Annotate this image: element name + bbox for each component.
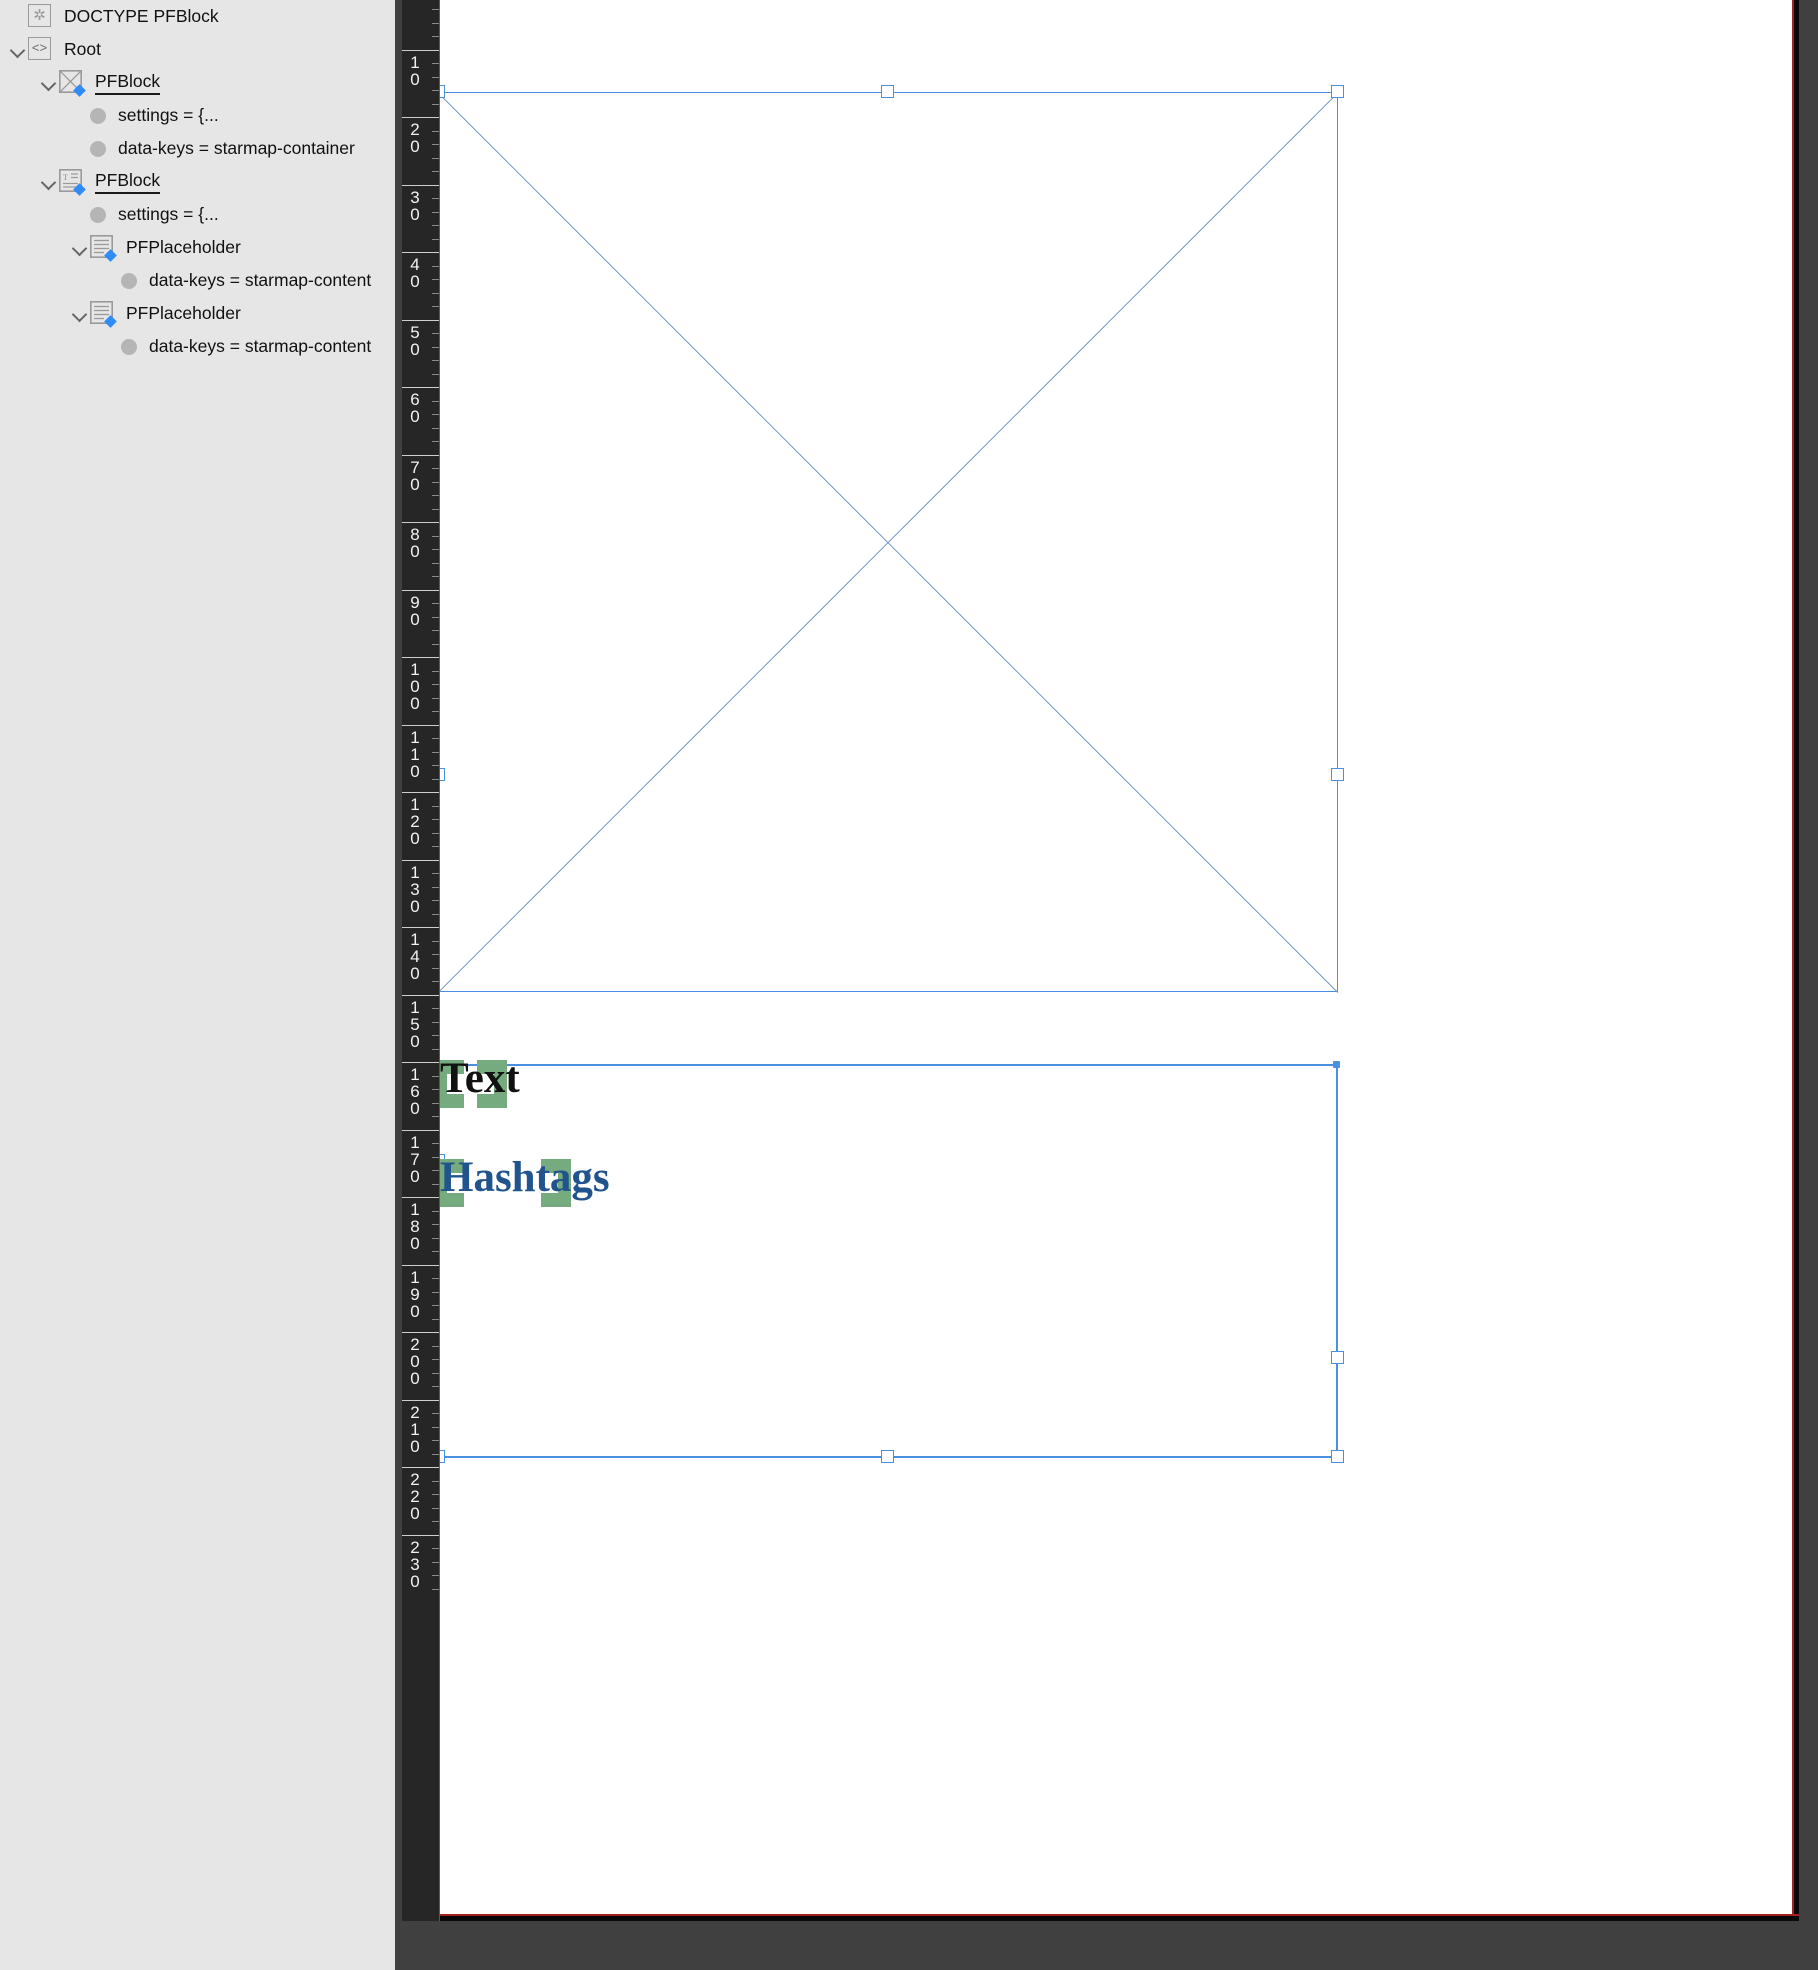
ruler-major-tick: [402, 0, 440, 50]
text-block-icon: T: [59, 169, 85, 195]
ruler-tick-label: 160: [405, 1066, 425, 1117]
doctype-icon: ✲: [28, 4, 54, 30]
attribute-dot-icon: [121, 339, 137, 355]
resize-handle-text-bottom-center[interactable]: [881, 1450, 894, 1463]
tree-spacer: [101, 337, 121, 357]
ruler-tick-label: 30: [405, 189, 425, 223]
tree-spacer: [8, 7, 28, 27]
ruler-tick-label: 210: [405, 1404, 425, 1455]
structure-tree-panel[interactable]: ✲ DOCTYPE PFBlock <> Root PFBlock settings = …: [0, 0, 395, 1970]
vertical-ruler[interactable]: 0 10 20 30 40 50 60 70 80 90 100 110 120 130 140 150 160…: [402, 0, 440, 1970]
ruler-tick-label: 100: [405, 661, 425, 712]
resize-handle-text-right[interactable]: [1331, 1351, 1344, 1364]
chevron-down-icon[interactable]: [70, 304, 90, 324]
tree-attribute-row[interactable]: data-keys = starmap-content: [0, 264, 395, 297]
resize-handle-top-right[interactable]: [1331, 85, 1344, 98]
ruler-tick-label: 230: [405, 1539, 425, 1590]
app-window: ✲ DOCTYPE PFBlock <> Root PFBlock settings = …: [0, 0, 1818, 1970]
image-block-icon: [59, 70, 85, 96]
attribute-dot-icon: [121, 273, 137, 289]
ruler-tick-label: 110: [405, 729, 425, 780]
tree-node-row[interactable]: ✲ DOCTYPE PFBlock: [0, 0, 395, 33]
tree-attribute-label: data-keys = starmap-content: [149, 336, 371, 357]
tree-attribute-label: data-keys = starmap-container: [118, 138, 355, 159]
resize-handle-top-left[interactable]: [440, 85, 445, 98]
resize-handle-text-bottom-left[interactable]: [440, 1450, 445, 1463]
ruler-tick-label: 170: [405, 1134, 425, 1185]
ruler-tick-label: 50: [405, 324, 425, 358]
chevron-down-icon[interactable]: [70, 238, 90, 258]
ruler-tick-label: 20: [405, 121, 425, 155]
ruler-tick-label: 70: [405, 459, 425, 493]
tree-node-row[interactable]: T PFBlock: [0, 165, 395, 198]
placeholder-icon: [90, 301, 116, 327]
tree-node-row[interactable]: PFPlaceholder: [0, 231, 395, 264]
tree-attribute-row[interactable]: data-keys = starmap-container: [0, 132, 395, 165]
tree-node-label[interactable]: PFPlaceholder: [126, 237, 241, 258]
resize-handle-text-bottom-right[interactable]: [1331, 1450, 1344, 1463]
svg-text:T: T: [63, 173, 68, 182]
ruler-tick-label: 130: [405, 864, 425, 915]
ruler-tick-label: 180: [405, 1201, 425, 1252]
text-block-top-edge: [440, 1064, 1338, 1066]
tree-node-label[interactable]: Root: [64, 39, 101, 60]
ruler-tick-label: 40: [405, 256, 425, 290]
code-root-icon: <>: [28, 37, 54, 63]
tree-spacer: [70, 205, 90, 225]
ruler-tick-label: 220: [405, 1471, 425, 1522]
ruler-tick-label: 120: [405, 796, 425, 847]
ruler-tick-label: 190: [405, 1269, 425, 1320]
tree-spacer: [70, 106, 90, 126]
tree-attribute-row[interactable]: settings = {...: [0, 99, 395, 132]
ruler-tick-label: 0: [405, 0, 425, 3]
ruler-tick-label: 200: [405, 1336, 425, 1387]
tree-node-label[interactable]: DOCTYPE PFBlock: [64, 6, 219, 27]
tree-node-row[interactable]: PFPlaceholder: [0, 297, 395, 330]
ruler-tick-label: 150: [405, 999, 425, 1050]
attribute-dot-icon: [90, 207, 106, 223]
anchor-dot-top-right[interactable]: [1333, 1061, 1340, 1068]
attribute-dot-icon: [90, 108, 106, 124]
ruler-tick-label: 80: [405, 526, 425, 560]
tree-node-label[interactable]: PFBlock: [95, 170, 160, 194]
tree-node-label[interactable]: PFPlaceholder: [126, 303, 241, 324]
ruler-tick-label: 140: [405, 931, 425, 982]
document-canvas[interactable]: Text Hashtags: [440, 0, 1792, 1916]
ruler-tick-label: 60: [405, 391, 425, 425]
canvas-gutter-right: [1799, 0, 1818, 1970]
resize-handle-top-center[interactable]: [881, 85, 894, 98]
ruler-tick-label: 10: [405, 54, 425, 88]
resize-handle-middle-left[interactable]: [440, 768, 445, 781]
text-block-label[interactable]: Text: [440, 1054, 520, 1103]
tree-attribute-label: data-keys = starmap-content: [149, 270, 371, 291]
tree-attribute-row[interactable]: data-keys = starmap-content: [0, 330, 395, 363]
tree-spacer: [101, 271, 121, 291]
ruler-tick-label: 90: [405, 594, 425, 628]
hashtags-block-label[interactable]: Hashtags: [440, 1153, 610, 1202]
tree-attribute-label: settings = {...: [118, 204, 219, 225]
tree-node-label[interactable]: PFBlock: [95, 71, 160, 95]
placeholder-icon: [90, 235, 116, 261]
tree-node-row[interactable]: PFBlock: [0, 66, 395, 99]
tree-attribute-row[interactable]: settings = {...: [0, 198, 395, 231]
tree-attribute-label: settings = {...: [118, 105, 219, 126]
canvas-gutter-bottom: [395, 1921, 1818, 1970]
tree-node-row[interactable]: <> Root: [0, 33, 395, 66]
tree-spacer: [70, 139, 90, 159]
chevron-down-icon[interactable]: [8, 40, 28, 60]
tree-row-list: ✲ DOCTYPE PFBlock <> Root PFBlock settings = …: [0, 0, 395, 363]
text-block-right-edge: [1336, 1064, 1338, 1457]
attribute-dot-icon: [90, 141, 106, 157]
chevron-down-icon[interactable]: [39, 73, 59, 93]
chevron-down-icon[interactable]: [39, 172, 59, 192]
resize-handle-middle-right[interactable]: [1331, 768, 1344, 781]
